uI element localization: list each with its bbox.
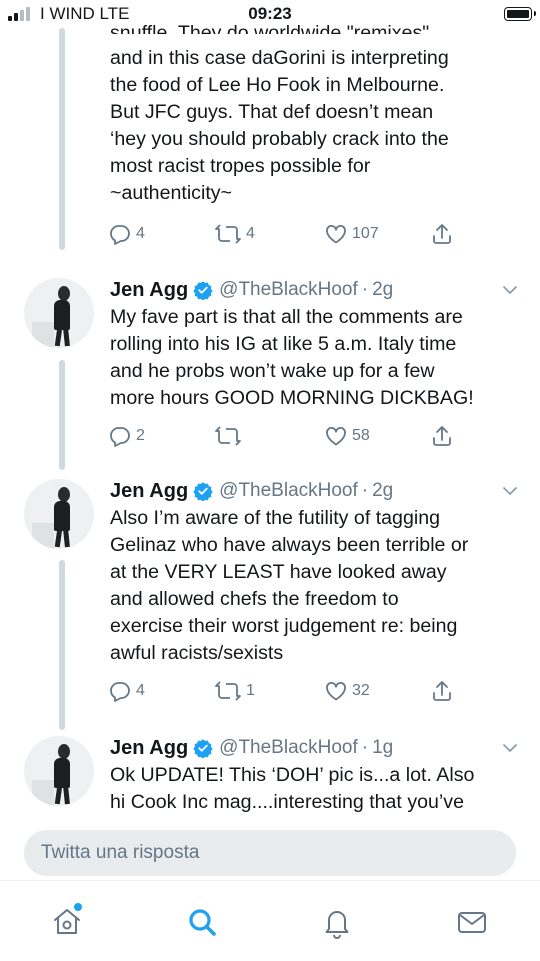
- verified-badge-icon: [193, 739, 213, 758]
- chevron-down-icon[interactable]: [502, 282, 518, 298]
- retweet-button[interactable]: 4: [214, 222, 255, 246]
- like-count: 107: [352, 225, 379, 242]
- chevron-down-icon[interactable]: [502, 483, 518, 499]
- reply-button[interactable]: 2: [108, 424, 145, 448]
- separator-dot: ·: [361, 480, 369, 501]
- tweet-text: and in this case daGorini is interpretin…: [110, 47, 449, 204]
- author-name[interactable]: Jen Agg: [110, 279, 188, 302]
- author-name[interactable]: Jen Agg: [110, 737, 188, 760]
- heart-icon: [326, 224, 346, 244]
- tweet-header: Jen Agg @TheBlackHoof · 1g: [110, 734, 393, 762]
- author-handle[interactable]: @TheBlackHoof: [219, 737, 358, 759]
- home-icon[interactable]: [50, 903, 84, 939]
- notifications-icon[interactable]: [320, 905, 354, 939]
- share-button[interactable]: [430, 424, 454, 448]
- reply-count: 4: [136, 682, 145, 699]
- reply-icon: [110, 682, 130, 702]
- tweet-text: Ok UPDATE! This ‘DOH’ pic is...a lot. Al…: [110, 764, 475, 813]
- retweet-count: 1: [246, 682, 255, 699]
- tweet-actions: 4 4 107: [108, 222, 468, 248]
- tweet-time[interactable]: 2g: [372, 279, 393, 301]
- tab-bar: [0, 880, 540, 961]
- author-handle[interactable]: @TheBlackHoof: [219, 480, 358, 502]
- tweet-actions: 2 58: [108, 424, 468, 450]
- heart-icon: [326, 681, 346, 701]
- retweet-icon: [215, 224, 241, 244]
- separator-dot: ·: [361, 737, 369, 758]
- reply-count: 2: [136, 427, 145, 444]
- like-button[interactable]: 32: [324, 679, 370, 703]
- tweet-time[interactable]: 1g: [372, 737, 393, 759]
- tweet-header: Jen Agg @TheBlackHoof · 2g: [110, 477, 393, 505]
- reply-icon: [110, 225, 130, 245]
- verified-badge-icon: [193, 482, 213, 501]
- like-count: 58: [352, 427, 370, 444]
- retweet-button[interactable]: 1: [214, 679, 255, 703]
- reply-button[interactable]: 4: [108, 679, 145, 703]
- tweet-thread[interactable]: snuffle. They do worldwide "remixes" and…: [0, 0, 540, 828]
- separator-dot: ·: [361, 279, 369, 300]
- like-button[interactable]: 107: [324, 222, 379, 246]
- reply-count: 4: [136, 225, 145, 242]
- like-button[interactable]: 58: [324, 424, 370, 448]
- author-name[interactable]: Jen Agg: [110, 480, 188, 503]
- share-icon: [433, 224, 451, 244]
- share-button[interactable]: [430, 222, 454, 246]
- share-icon: [433, 426, 451, 446]
- reply-bar: Twitta una risposta: [0, 828, 540, 878]
- retweet-icon: [215, 681, 241, 701]
- chevron-down-icon[interactable]: [502, 740, 518, 756]
- retweet-count: 4: [246, 225, 255, 242]
- tweet-text: Also I’m aware of the futility of taggin…: [110, 507, 469, 664]
- reply-icon: [110, 427, 130, 447]
- avatar[interactable]: [24, 479, 94, 549]
- heart-icon: [326, 426, 346, 446]
- tweet-time[interactable]: 2g: [372, 480, 393, 502]
- thread-line: [59, 560, 65, 730]
- messages-icon[interactable]: [455, 905, 489, 939]
- thread-line: [59, 360, 65, 470]
- author-handle[interactable]: @TheBlackHoof: [219, 279, 358, 301]
- share-button[interactable]: [430, 679, 454, 703]
- thread-line: [59, 28, 65, 250]
- search-icon[interactable]: [185, 905, 219, 939]
- like-count: 32: [352, 682, 370, 699]
- tweet-header: Jen Agg @TheBlackHoof · 2g: [110, 276, 393, 304]
- avatar[interactable]: [24, 736, 94, 806]
- retweet-button[interactable]: [214, 424, 246, 448]
- tweet-actions: 4 1 32: [108, 679, 468, 705]
- new-content-dot: [74, 903, 82, 911]
- reply-button[interactable]: 4: [108, 222, 145, 246]
- avatar[interactable]: [24, 278, 94, 348]
- tweet-text-cut: snuffle. They do worldwide "remixes": [110, 22, 430, 34]
- reply-input[interactable]: Twitta una risposta: [24, 830, 516, 876]
- tweet-text: My fave part is that all the comments ar…: [110, 306, 474, 409]
- share-icon: [433, 681, 451, 701]
- verified-badge-icon: [193, 281, 213, 300]
- retweet-icon: [215, 426, 241, 446]
